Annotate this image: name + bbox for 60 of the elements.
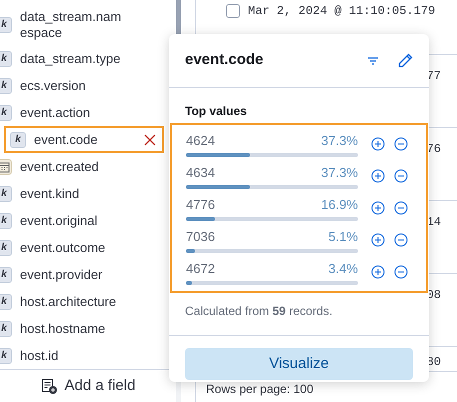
keyword-type-icon: k <box>0 186 12 202</box>
keyword-type-icon: k <box>0 17 12 33</box>
field-item[interactable]: k host.hostname <box>0 315 176 342</box>
value-label: 4776 <box>186 196 215 214</box>
minus-circle-icon[interactable] <box>394 265 408 279</box>
value-label: 4634 <box>186 164 215 182</box>
plus-circle-icon[interactable] <box>371 233 385 247</box>
table-cell-text: 76 <box>426 141 441 158</box>
close-icon[interactable] <box>144 134 156 146</box>
field-item[interactable]: k event.original <box>0 207 176 234</box>
field-item[interactable]: k event.provider <box>0 261 176 288</box>
keyword-type-icon: k <box>10 132 26 148</box>
value-label: 4672 <box>186 260 215 278</box>
filter-icon[interactable] <box>367 56 379 66</box>
visualize-button[interactable]: Visualize <box>185 348 413 380</box>
section-heading: Top values <box>185 103 248 120</box>
popover-title: event.code <box>185 50 264 70</box>
value-label: 4624 <box>186 132 215 150</box>
percent-label: 5.1% <box>328 228 358 246</box>
field-item[interactable]: k event.code <box>4 126 164 153</box>
keyword-type-icon: k <box>0 212 12 228</box>
keyword-type-icon: k <box>0 320 12 336</box>
plus-circle-icon[interactable] <box>371 137 385 151</box>
rows-per-page-control[interactable]: Rows per page: 100 <box>206 382 314 396</box>
add-field-button[interactable]: Add a field <box>40 374 136 398</box>
keyword-type-icon: k <box>0 50 12 66</box>
percent-label: 16.9% <box>321 196 358 214</box>
field-item[interactable]: event.created <box>0 153 176 180</box>
plus-circle-icon[interactable] <box>371 201 385 215</box>
field-item[interactable]: k host.id <box>0 342 176 369</box>
field-item[interactable]: k host.architecture <box>0 288 176 315</box>
keyword-type-icon: k <box>0 78 12 94</box>
percent-label: 3.4% <box>328 260 358 278</box>
records-note: Calculated from 59 records. <box>185 304 332 318</box>
field-item[interactable]: k event.kind <box>0 180 176 207</box>
table-cell: Mar 2, 2024 @ 11:10:05.179 <box>248 4 436 18</box>
field-item[interactable]: k ecs.version <box>0 72 176 99</box>
plus-circle-icon[interactable] <box>371 169 385 183</box>
keyword-type-icon: k <box>0 294 12 310</box>
add-field-icon <box>40 378 57 394</box>
field-item[interactable]: k event.outcome <box>0 234 176 261</box>
calendar-icon <box>0 158 12 174</box>
keyword-type-icon: k <box>0 240 12 256</box>
field-item[interactable]: k data_stream.type <box>0 45 176 72</box>
minus-circle-icon[interactable] <box>394 201 408 215</box>
minus-circle-icon[interactable] <box>394 137 408 151</box>
field-item[interactable]: k data_stream.namespace <box>0 5 176 45</box>
row-checkbox[interactable] <box>226 4 240 18</box>
percent-label: 37.3% <box>321 132 358 150</box>
minus-circle-icon[interactable] <box>394 169 408 183</box>
value-label: 7036 <box>186 228 215 246</box>
pencil-icon[interactable] <box>397 52 413 68</box>
minus-circle-icon[interactable] <box>394 233 408 247</box>
plus-circle-icon[interactable] <box>371 265 385 279</box>
field-item[interactable]: k event.action <box>0 99 176 126</box>
scrollbar[interactable] <box>176 0 181 37</box>
keyword-type-icon: k <box>0 104 12 120</box>
keyword-type-icon: k <box>0 348 12 364</box>
percent-label: 37.3% <box>321 164 358 182</box>
keyword-type-icon: k <box>0 266 12 282</box>
